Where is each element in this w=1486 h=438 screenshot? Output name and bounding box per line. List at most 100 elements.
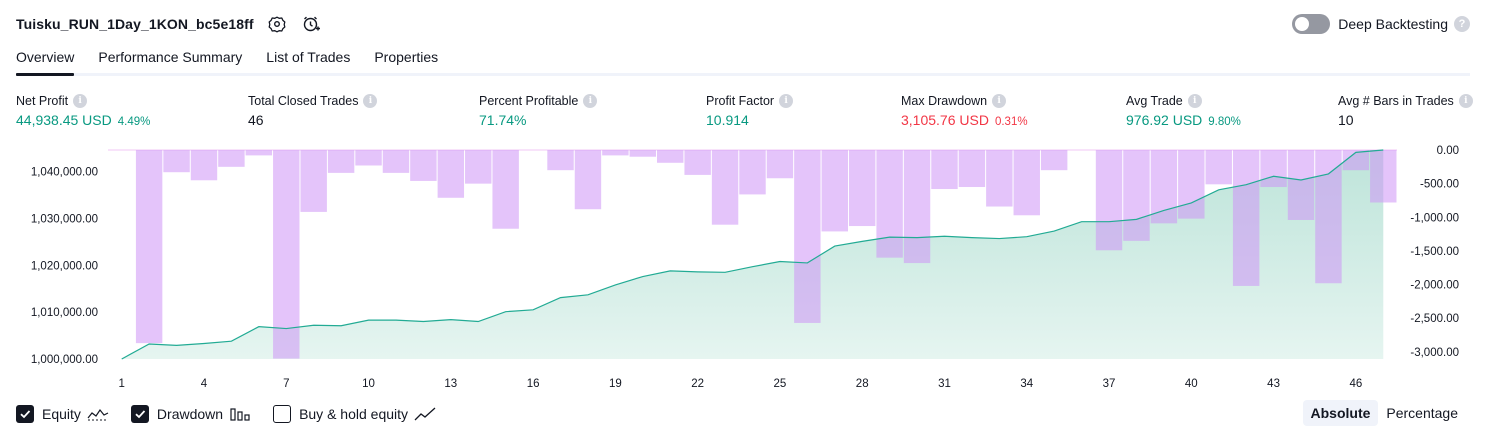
tab-overview[interactable]: Overview (16, 46, 75, 76)
drawdown-bar (1315, 150, 1342, 284)
metric-value: 10 (1338, 112, 1354, 128)
drawdown-bar (547, 150, 574, 171)
x-tick-label: 10 (362, 378, 375, 390)
info-icon[interactable]: i (1187, 94, 1202, 108)
scale-mode-switch: Absolute Percentage (1302, 400, 1467, 426)
metric-value: 10.914 (706, 112, 749, 128)
x-tick-label: 37 (1103, 378, 1116, 390)
x-tick-label: 19 (609, 378, 622, 390)
drawdown-bar (327, 150, 355, 173)
metric-percent: 4.49% (117, 116, 151, 128)
buy-hold-checkbox[interactable] (273, 405, 292, 423)
tab-performance-summary[interactable]: Performance Summary (98, 46, 242, 73)
y-right-tick-label: -500.00 (1420, 179, 1459, 191)
metric-value: 44,938.45 USD (16, 112, 112, 128)
x-tick-label: 43 (1267, 378, 1280, 390)
drawdown-bar (190, 150, 218, 181)
drawdown-bar (958, 150, 986, 188)
drawdown-bar (876, 150, 903, 258)
drawdown-bar (135, 150, 163, 344)
deep-backtesting-toggle[interactable] (1292, 14, 1331, 34)
drawdown-bar (300, 150, 327, 212)
y-left-tick-label: 1,040,000.00 (31, 167, 98, 179)
drawdown-bar (986, 150, 1013, 207)
drawdown-bar (1040, 150, 1068, 171)
info-icon[interactable]: i (992, 94, 1007, 108)
x-tick-label: 25 (774, 378, 787, 390)
strategy-title: Tuisku_RUN_1Day_1KON_bc5e18ff (16, 16, 254, 32)
y-left-tick-label: 1,030,000.00 (31, 213, 98, 225)
tab-properties[interactable]: Properties (374, 46, 438, 73)
legend-buy-hold[interactable]: Buy & hold equity (273, 405, 436, 423)
legend-drawdown[interactable]: Drawdown (130, 405, 251, 423)
metric-percent: 9.80% (1208, 116, 1241, 128)
drawdown-bar (602, 150, 629, 156)
drawdown-bar (684, 150, 711, 175)
metric-value: 71.74% (479, 112, 527, 128)
drawdown-bar (1260, 150, 1287, 188)
metric-value: 3,105.76 USD (901, 112, 989, 128)
x-tick-label: 16 (527, 378, 540, 390)
drawdown-bar (1095, 150, 1123, 251)
drawdown-bar (382, 150, 410, 173)
drawdown-bar (821, 150, 848, 232)
info-icon[interactable]: i (1458, 94, 1473, 108)
drawdown-bar (218, 150, 245, 167)
drawdown-bar (1013, 150, 1040, 216)
metric-percent-profitable: Percent Profitable i 71.74% (479, 92, 598, 128)
legend-equity[interactable]: Equity (16, 405, 109, 423)
metric-value: 976.92 USD (1126, 112, 1203, 128)
x-tick-label: 7 (283, 378, 289, 390)
metric-label: Avg # Bars in Trades (1338, 94, 1454, 108)
add-alert-clock-icon[interactable] (300, 13, 322, 35)
drawdown-bar (1178, 150, 1205, 219)
drawdown-bar (1150, 150, 1178, 224)
drawdown-label: Drawdown (156, 406, 224, 422)
report-tabs: Overview Performance Summary List of Tra… (16, 46, 1470, 76)
settings-gear-icon[interactable] (266, 13, 288, 35)
info-icon[interactable]: i (363, 94, 378, 108)
metric-total-closed-trades: Total Closed Trades i 46 (248, 92, 378, 128)
chart-legend: Equity Drawdown Buy & hold equity (16, 403, 458, 425)
info-icon[interactable]: i (583, 94, 598, 108)
metric-avg-trade: Avg Trade i 976.92 USD 9.80% (1126, 92, 1241, 128)
drawdown-bar (492, 150, 519, 229)
equity-drawdown-chart[interactable]: 1,000,000.00 1,010,000.00 1,020,000.00 1,03… (0, 140, 1486, 395)
metrics-row: Net Profit i 44,938.45 USD 4.49% Total Clo… (0, 92, 1486, 132)
metric-label: Profit Factor (706, 94, 775, 108)
metric-label: Percent Profitable (479, 94, 579, 108)
x-tick-label: 34 (1020, 378, 1033, 390)
metric-label: Net Profit (16, 94, 69, 108)
drawdown-bar (1370, 150, 1397, 203)
drawdown-bar (1205, 150, 1232, 185)
metric-value: 46 (248, 112, 264, 128)
tab-list-of-trades[interactable]: List of Trades (266, 46, 350, 73)
info-icon[interactable]: i (73, 94, 88, 108)
drawdown-bar (1232, 150, 1260, 286)
metric-label: Total Closed Trades (248, 94, 359, 108)
drawdown-bar (355, 150, 382, 166)
percentage-button[interactable]: Percentage (1378, 400, 1466, 426)
equity-checkbox[interactable] (16, 405, 34, 423)
info-icon[interactable]: i (779, 94, 794, 108)
help-icon[interactable]: ? (1454, 16, 1470, 32)
metric-max-drawdown: Max Drawdown i 3,105.76 USD 0.31% (901, 92, 1028, 128)
metric-profit-factor: Profit Factor i 10.914 (706, 92, 794, 128)
drawdown-checkbox[interactable] (130, 405, 149, 423)
y-right-tick-label: 0.00 (1437, 145, 1459, 157)
toggle-knob (1295, 17, 1310, 31)
drawdown-bar (629, 150, 657, 157)
y-right-tick-label: -2,500.00 (1410, 313, 1459, 325)
x-tick-label: 40 (1185, 378, 1198, 390)
drawdown-bars-icon (230, 408, 250, 421)
y-right-tick-label: -2,000.00 (1410, 280, 1459, 292)
metric-label: Avg Trade (1126, 94, 1183, 108)
buy-hold-line-icon (414, 407, 436, 421)
metric-label: Max Drawdown (901, 94, 988, 108)
drawdown-bar (1123, 150, 1150, 241)
drawdown-bar (465, 150, 492, 184)
absolute-button[interactable]: Absolute (1302, 400, 1379, 426)
drawdown-bar (766, 150, 794, 179)
chart-canvas: 1,000,000.00 1,010,000.00 1,020,000.00 1,03… (31, 145, 1459, 390)
metric-net-profit: Net Profit i 44,938.45 USD 4.49% (16, 92, 150, 128)
